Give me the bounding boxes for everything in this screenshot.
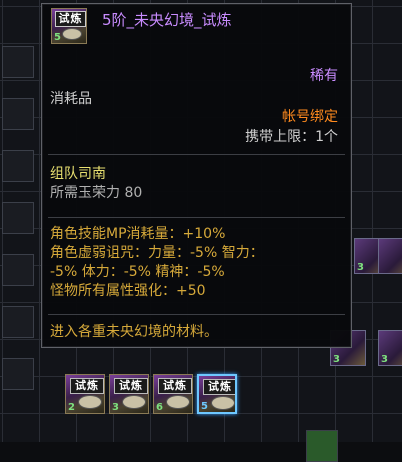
item-type: 消耗品 — [50, 91, 92, 107]
inventory-item-trial[interactable]: 试炼 2 — [65, 374, 105, 414]
inventory-slot[interactable] — [2, 150, 34, 182]
carry-limit: 携带上限：1个 — [245, 129, 338, 145]
inventory-slot[interactable] — [2, 46, 34, 78]
bind-status: 帐号绑定 — [282, 109, 338, 125]
trial-drum-icon — [166, 395, 190, 409]
divider — [48, 314, 345, 315]
stack-count: 2 — [68, 402, 75, 413]
stack-count: 3 — [333, 354, 340, 365]
stack-count: 5 — [54, 32, 61, 43]
stack-count: 3 — [112, 402, 119, 413]
item-name: 5阶_未央幻境_试炼 — [102, 11, 232, 29]
effect-line: 角色技能MP消耗量：+10% — [50, 226, 226, 242]
item-tag: 试炼 — [70, 378, 104, 394]
item-tag: 试炼 — [203, 379, 235, 395]
trial-scroll-icon: 试炼 5 — [51, 8, 87, 44]
divider — [48, 217, 345, 218]
item-tag: 试炼 — [55, 11, 86, 27]
trial-drum-icon — [211, 396, 235, 410]
inventory-item-trial[interactable]: 3 — [378, 330, 402, 366]
inventory-slot[interactable] — [2, 98, 34, 130]
item-description: 进入各重未央幻境的材料。 — [50, 324, 218, 340]
trial-drum-icon — [122, 395, 146, 409]
effect-line: -5% 体力：-5% 精神：-5% — [50, 264, 225, 280]
stack-count: 3 — [381, 354, 388, 365]
inventory-item-trial[interactable]: 试炼 3 — [109, 374, 149, 414]
inventory-slot[interactable] — [2, 254, 34, 286]
inventory-slot[interactable] — [306, 430, 338, 462]
item-tooltip: 试炼 5 5阶_未央幻境_试炼 稀有 消耗品 帐号绑定 携带上限：1个 组队司南… — [41, 3, 352, 348]
stack-count: 3 — [357, 262, 364, 273]
stack-count: 5 — [201, 401, 208, 412]
effect-line: 怪物所有属性强化：+50 — [50, 283, 206, 299]
inventory-slot[interactable] — [2, 306, 34, 338]
trial-drum-icon — [62, 28, 82, 40]
inventory-item-trial-selected[interactable]: 试炼 5 — [197, 374, 237, 414]
item-tag: 试炼 — [114, 378, 148, 394]
fatigue-requirement: 所需玉荣力 80 — [50, 185, 143, 201]
stack-count: 6 — [156, 402, 163, 413]
inventory-slot[interactable] — [2, 202, 34, 234]
inventory-item-trial[interactable] — [378, 238, 402, 274]
item-rarity: 稀有 — [310, 68, 338, 84]
effect-line: 角色虚弱诅咒：力量：-5% 智力： — [50, 245, 264, 261]
divider — [48, 154, 345, 155]
trial-drum-icon — [78, 395, 102, 409]
party-requirement: 组队司南 — [50, 166, 106, 182]
inventory-item-trial[interactable]: 试炼 6 — [153, 374, 193, 414]
item-tag: 试炼 — [158, 378, 192, 394]
inventory-slot[interactable] — [2, 358, 34, 390]
